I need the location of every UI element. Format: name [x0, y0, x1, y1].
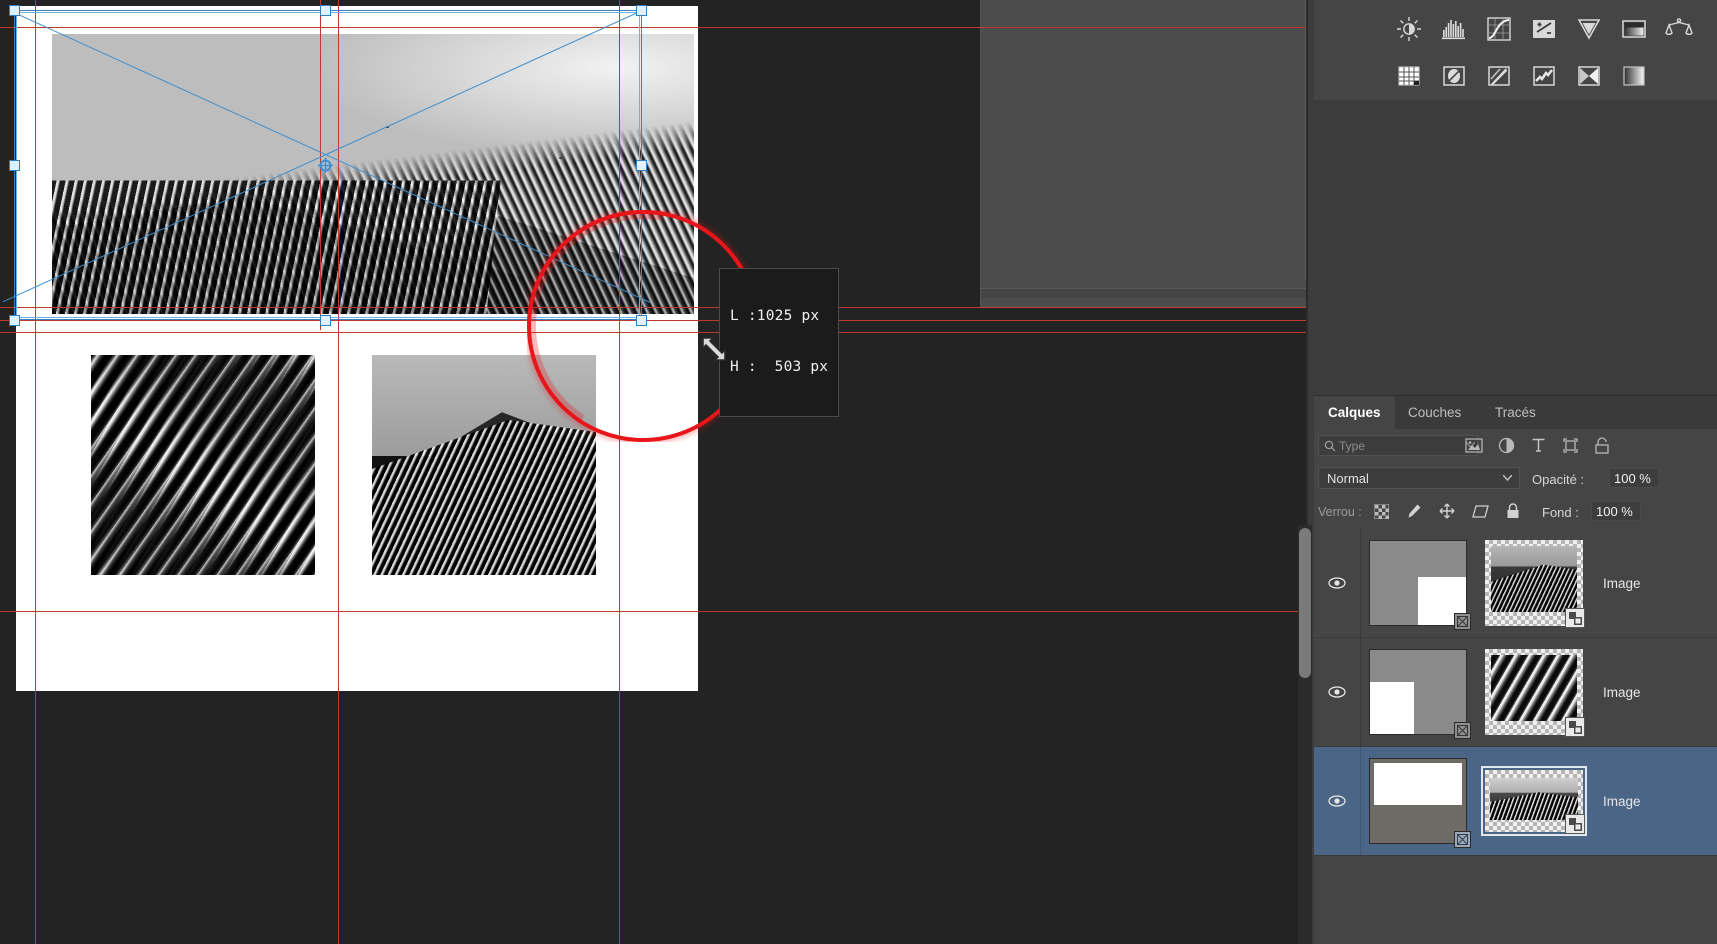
smart-object-icon: [1565, 717, 1585, 737]
layer-row[interactable]: Image: [1314, 529, 1717, 638]
thumbnail-content: [1491, 546, 1577, 612]
blend-mode-select[interactable]: Normal: [1318, 467, 1520, 489]
right-dock: Calques Couches Tracés Type Normal Opaci…: [1306, 0, 1717, 944]
layer-visibility-toggle[interactable]: [1314, 747, 1361, 855]
mask-link-broken-icon[interactable]: [1454, 722, 1471, 739]
document-window-hscrollbar[interactable]: [981, 288, 1306, 298]
color-lookup-icon[interactable]: [1476, 53, 1521, 98]
chevron-down-icon: [1503, 475, 1512, 481]
eye-icon: [1328, 577, 1346, 589]
vibrance-icon[interactable]: [1566, 6, 1611, 51]
photo-filter-icon[interactable]: [1611, 6, 1656, 51]
layer-name[interactable]: Image: [1603, 685, 1641, 700]
layers-panel-tabbar: Calques Couches Tracés: [1314, 396, 1717, 429]
mask-shape: [1370, 682, 1414, 734]
canvas-area[interactable]: L :1025 px H : 503 px: [0, 0, 1306, 944]
layers-filter-input[interactable]: Type: [1318, 435, 1478, 456]
smart-object-icon: [1565, 608, 1585, 628]
filter-type-icon[interactable]: [1528, 435, 1548, 455]
layer-mask-thumbnail[interactable]: [1369, 649, 1471, 739]
eye-icon: [1328, 795, 1346, 807]
lock-transparent-pixels-icon[interactable]: [1371, 501, 1391, 521]
filter-shape-icon[interactable]: [1560, 435, 1580, 455]
transform-handle-middle-right[interactable]: [636, 160, 647, 171]
layers-scrollbar-thumb[interactable]: [1299, 528, 1311, 678]
selective-color-icon[interactable]: [1521, 53, 1566, 98]
color-balance-icon[interactable]: [1656, 6, 1701, 51]
mask-shape: [1374, 763, 1462, 805]
layer-image-thumbnail[interactable]: [1481, 766, 1587, 836]
eye-icon: [1328, 686, 1346, 698]
exposure-icon[interactable]: [1521, 6, 1566, 51]
resize-diagonal-cursor: [702, 337, 726, 361]
gradient-map-icon[interactable]: [1611, 53, 1656, 98]
black-white-icon[interactable]: [1386, 53, 1431, 98]
opacity-label: Opacité :: [1532, 472, 1585, 487]
tab-couches[interactable]: Couches: [1394, 396, 1475, 429]
lock-label: Verrou :: [1318, 505, 1362, 519]
layer-image-thumbnail[interactable]: [1485, 540, 1585, 628]
layers-panel: Calques Couches Tracés Type Normal Opaci…: [1314, 395, 1717, 944]
mask-link-broken-icon[interactable]: [1454, 613, 1471, 630]
hue-saturation-icon[interactable]: [1431, 53, 1476, 98]
tooltip-height: H : 503 px: [730, 359, 829, 375]
layers-filter-bar: Type: [1314, 429, 1717, 463]
lock-row: Verrou : Fond: 100 %: [1314, 495, 1717, 529]
blend-mode-value: Normal: [1327, 470, 1369, 486]
ripple-texture-overlay: [91, 355, 315, 575]
tab-traces[interactable]: Tracés: [1481, 396, 1550, 429]
transform-handle-bottom-center[interactable]: [320, 315, 331, 326]
photo-left[interactable]: [91, 355, 315, 575]
smart-object-icon: [1565, 814, 1585, 834]
lock-position-icon[interactable]: [1437, 501, 1457, 521]
lock-artboard-nesting-icon[interactable]: [1470, 501, 1490, 521]
transform-handle-top-left[interactable]: [9, 5, 20, 16]
transform-reference-point[interactable]: [318, 158, 333, 173]
layer-visibility-toggle[interactable]: [1314, 529, 1361, 637]
layer-mask-thumbnail[interactable]: [1369, 540, 1471, 630]
tooltip-width: L :1025 px: [730, 308, 820, 324]
adjustments-panel: [1314, 0, 1717, 100]
secondary-document-window[interactable]: [980, 0, 1306, 307]
levels-icon[interactable]: [1431, 6, 1476, 51]
layer-mask-thumbnail[interactable]: [1369, 758, 1471, 848]
threshold-icon[interactable]: [1566, 53, 1611, 98]
curves-icon[interactable]: [1476, 6, 1521, 51]
transform-handle-middle-left[interactable]: [9, 160, 20, 171]
transform-size-tooltip: L :1025 px H : 503 px: [719, 268, 840, 417]
lock-all-icon[interactable]: [1503, 501, 1523, 521]
layer-row[interactable]: Image: [1314, 747, 1717, 856]
layer-row[interactable]: Image: [1314, 638, 1717, 747]
lock-image-pixels-icon[interactable]: [1404, 501, 1424, 521]
filter-smartobject-icon[interactable]: [1592, 435, 1612, 455]
opacity-value[interactable]: 100 %: [1609, 468, 1659, 488]
search-icon: [1324, 440, 1336, 452]
mask-link-broken-icon[interactable]: [1454, 831, 1471, 848]
transform-handle-top-right[interactable]: [636, 5, 647, 16]
brightness-contrast-icon[interactable]: [1386, 6, 1431, 51]
fill-value[interactable]: 100 %: [1591, 501, 1641, 521]
transform-handle-bottom-left[interactable]: [9, 315, 20, 326]
blend-mode-row: Normal Opacité : 100 %: [1314, 463, 1717, 495]
filter-pixel-icon[interactable]: [1464, 435, 1484, 455]
lock-icons: [1371, 501, 1523, 521]
transform-handle-top-center[interactable]: [320, 5, 331, 16]
fill-label: Fond :: [1542, 505, 1579, 520]
adjustments-row-2: [1386, 53, 1656, 98]
guide-horizontal: [0, 611, 1306, 612]
layer-name[interactable]: Image: [1603, 576, 1641, 591]
photoshop-window: L :1025 px H : 503 px Calques Couches Tr…: [0, 0, 1717, 944]
filter-adjustment-icon[interactable]: [1496, 435, 1516, 455]
tab-calques[interactable]: Calques: [1314, 396, 1395, 429]
layer-name[interactable]: Image: [1603, 794, 1641, 809]
layers-filter-type-icons: [1464, 435, 1612, 455]
layer-list: Image Image Image: [1314, 529, 1717, 944]
layer-visibility-toggle[interactable]: [1314, 638, 1361, 746]
adjustments-row-1: [1386, 6, 1701, 51]
thumbnail-content: [1491, 655, 1577, 721]
layer-image-thumbnail[interactable]: [1485, 649, 1585, 737]
